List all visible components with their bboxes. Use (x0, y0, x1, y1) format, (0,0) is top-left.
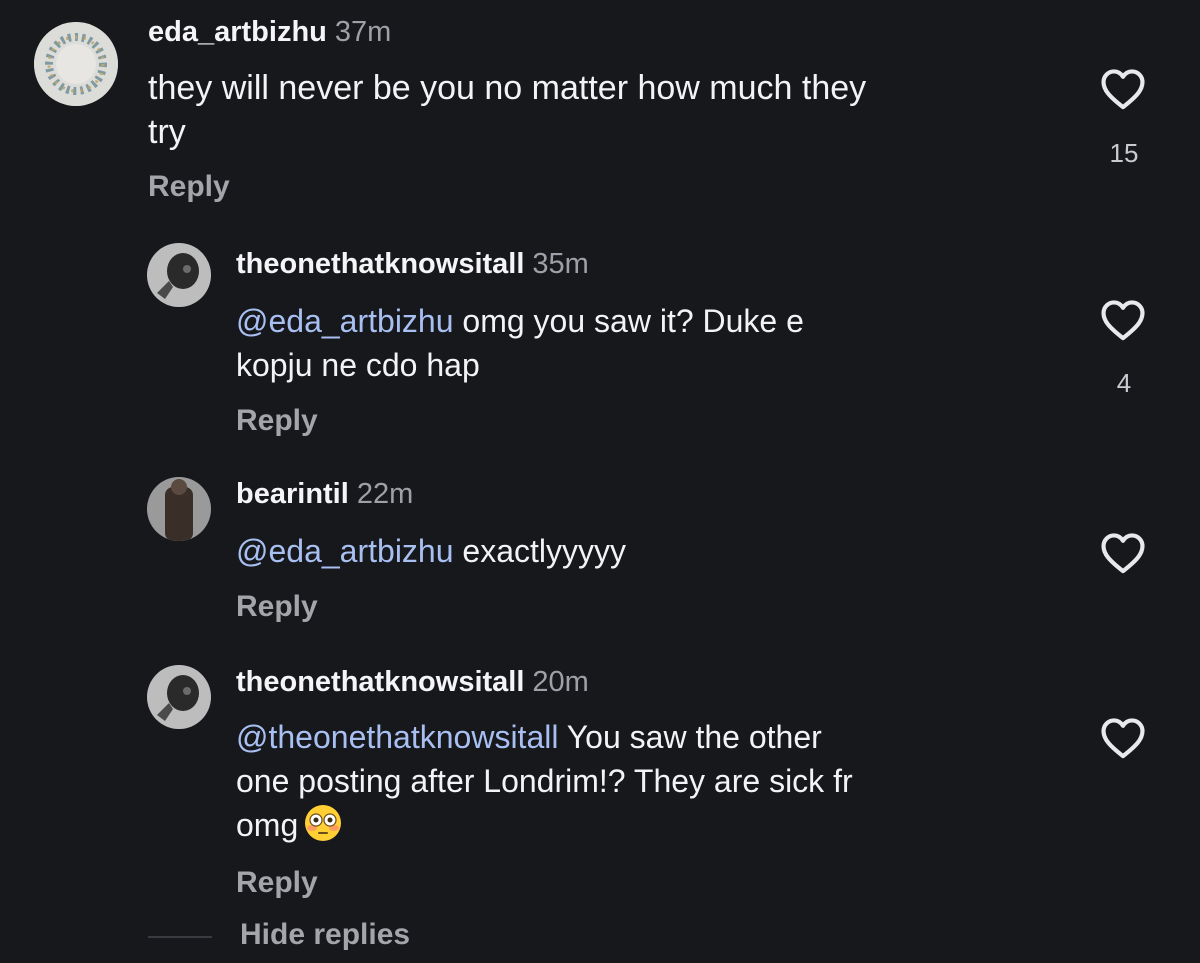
comment-header: eda_artbizhu 37m (148, 16, 391, 49)
avatar[interactable] (147, 477, 211, 541)
reply-button[interactable]: Reply (236, 866, 318, 900)
mention-link[interactable]: @eda_artbizhu (236, 533, 454, 569)
mention-link[interactable]: @eda_artbizhu (236, 303, 454, 339)
comment-text-segment: You saw the other (558, 719, 822, 755)
profile-photo (147, 665, 211, 729)
divider (148, 936, 212, 938)
reply-button[interactable]: Reply (148, 170, 230, 204)
profile-photo (147, 477, 211, 541)
comment-text-segment: omg (236, 807, 299, 843)
timestamp: 20m (532, 666, 589, 698)
comment-text: @eda_artbizhu omg you saw it? Duke e kop… (236, 299, 804, 387)
comment-line: one posting after Londrim!? They are sic… (236, 763, 853, 799)
hide-replies-button[interactable]: Hide replies (240, 918, 410, 952)
mention-link[interactable]: @theonethatknowsitall (236, 719, 558, 755)
like-button[interactable] (1100, 299, 1146, 346)
flushed-face-icon (305, 805, 342, 841)
comment-header: theonethatknowsitall 35m (236, 248, 589, 281)
comment-text: @theonethatknowsitall You saw the other … (236, 715, 853, 847)
comment-header: theonethatknowsitall 20m (236, 666, 589, 699)
comment-header: bearintil 22m (236, 478, 413, 511)
like-button[interactable] (1100, 532, 1146, 579)
reply-button[interactable]: Reply (236, 590, 318, 624)
comment-line: @eda_artbizhu exactlyyyyy (236, 529, 626, 573)
like-button[interactable] (1100, 717, 1146, 764)
like-count: 4 (1116, 368, 1132, 398)
avatar[interactable] (147, 665, 211, 729)
avatar[interactable] (34, 22, 118, 106)
flushed-face-emoji (304, 804, 342, 842)
comment-text: @eda_artbizhu exactlyyyyy (236, 529, 626, 573)
timestamp: 37m (334, 16, 392, 48)
username[interactable]: theonethatknowsitall (236, 248, 524, 280)
comment-text: they will never be you no matter how muc… (148, 66, 866, 154)
like-count: 15 (1109, 138, 1139, 168)
comment-text-segment: omg you saw it? Duke e (453, 303, 804, 339)
reply-button[interactable]: Reply (236, 404, 318, 438)
username[interactable]: theonethatknowsitall (236, 666, 524, 698)
comment-line: kopju ne cdo hap (236, 347, 480, 383)
comment-line: omg (236, 803, 853, 847)
profile-photo (147, 243, 211, 307)
heart-icon (1101, 718, 1145, 759)
wreath-avatar-image (34, 22, 118, 106)
avatar[interactable] (147, 243, 211, 307)
comment-text-segment: exactlyyyyy (453, 533, 626, 569)
comment-line: @eda_artbizhu omg you saw it? Duke e (236, 299, 804, 343)
username[interactable]: bearintil (236, 478, 349, 510)
heart-icon (1101, 69, 1145, 110)
comment-line: they will never be you no matter how muc… (148, 69, 867, 107)
comment-line: @theonethatknowsitall You saw the other (236, 715, 853, 759)
like-button[interactable] (1100, 68, 1146, 115)
heart-icon (1101, 300, 1145, 341)
heart-icon (1101, 533, 1145, 574)
timestamp: 22m (356, 478, 414, 510)
timestamp: 35m (532, 248, 589, 280)
comment-line: try (148, 113, 186, 151)
username[interactable]: eda_artbizhu (148, 16, 327, 48)
